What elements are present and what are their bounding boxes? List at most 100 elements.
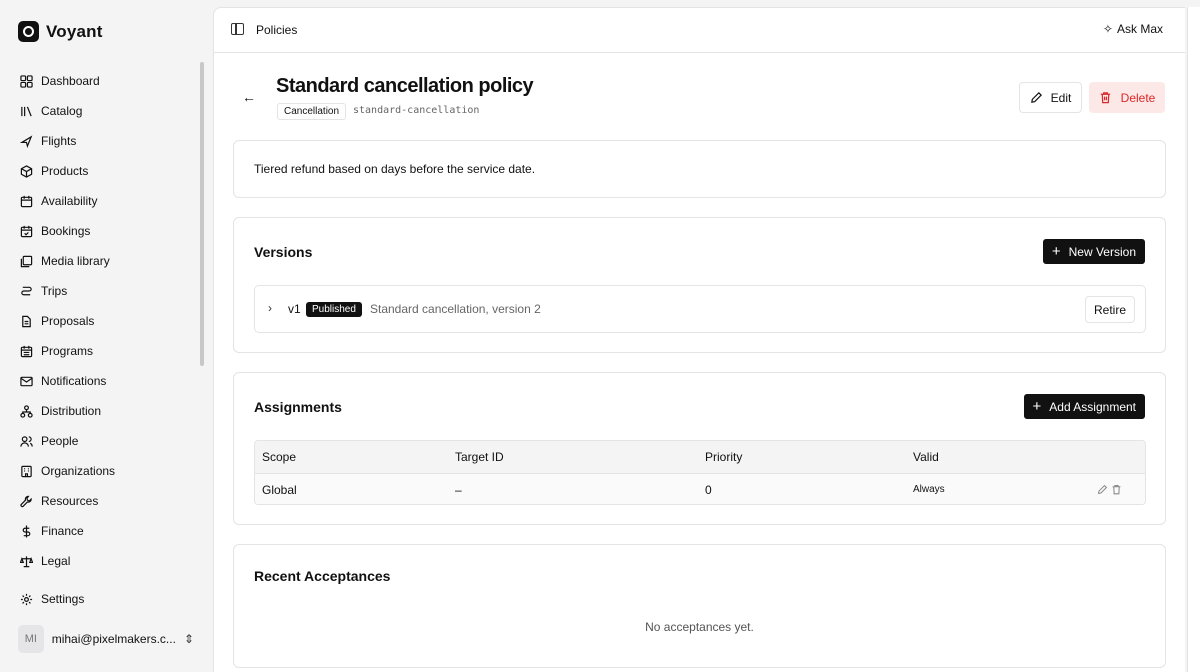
- edit-button[interactable]: Edit: [1019, 82, 1082, 113]
- plane-icon: [19, 134, 33, 148]
- delete-label: Delete: [1120, 90, 1156, 105]
- sidebar-item-resources[interactable]: Resources: [14, 486, 200, 516]
- sidebar-item-label: Resources: [41, 494, 99, 508]
- pencil-icon[interactable]: [1097, 484, 1108, 495]
- avatar: MI: [18, 625, 44, 653]
- sidebar-item-label: Flights: [41, 134, 77, 148]
- versions-title: Versions: [254, 244, 313, 260]
- voyant-logo-icon: [18, 21, 39, 42]
- policy-slug: standard-cancellation: [353, 105, 480, 116]
- edit-label: Edit: [1050, 90, 1072, 105]
- sidebar-item-label: Media library: [41, 254, 110, 268]
- acceptances-card: Recent Acceptances No acceptances yet.: [233, 544, 1166, 668]
- sidebar-item-distribution[interactable]: Distribution: [14, 396, 200, 426]
- brand-name: Voyant: [46, 21, 103, 41]
- assignments-title: Assignments: [254, 399, 342, 415]
- policy-description: Tiered refund based on days before the s…: [254, 162, 536, 176]
- user-menu[interactable]: MI mihai@pixelmakers.c... ⇕: [18, 625, 194, 653]
- sparkles-icon: ✧: [1102, 22, 1113, 36]
- package-icon: [19, 164, 33, 178]
- sidebar: Voyant Dashboard Catalog Flights Product…: [0, 0, 212, 672]
- sidebar-item-notifications[interactable]: Notifications: [14, 366, 200, 396]
- assignments-card: Assignments + Add Assignment Scope Targe…: [233, 372, 1166, 525]
- ask-max-label: Ask Max: [1116, 22, 1163, 36]
- sidebar-item-proposals[interactable]: Proposals: [14, 306, 200, 336]
- sidebar-item-bookings[interactable]: Bookings: [14, 216, 200, 246]
- trash-icon: [1100, 92, 1110, 104]
- sidebar-item-catalog[interactable]: Catalog: [14, 96, 200, 126]
- sidebar-toggle-icon[interactable]: [231, 23, 244, 35]
- sidebar-footer: Settings: [14, 584, 200, 614]
- back-arrow-icon[interactable]: ←: [242, 89, 256, 105]
- sidebar-item-trips[interactable]: Trips: [14, 276, 200, 306]
- brand[interactable]: Voyant: [18, 21, 103, 42]
- route-icon: [19, 284, 33, 298]
- chevron-right-icon[interactable]: ›: [268, 301, 272, 315]
- breadcrumb[interactable]: Policies: [256, 23, 297, 37]
- sidebar-item-flights[interactable]: Flights: [14, 126, 200, 156]
- file-icon: [19, 314, 33, 328]
- wrench-icon: [19, 494, 33, 508]
- sidebar-item-label: Finance: [41, 524, 84, 538]
- sidebar-scrollbar[interactable]: [200, 62, 204, 366]
- sidebar-item-label: Legal: [41, 554, 71, 568]
- description-card: Tiered refund based on days before the s…: [233, 140, 1166, 198]
- catalog-icon: [19, 104, 33, 118]
- sidebar-item-programs[interactable]: Programs: [14, 336, 200, 366]
- sidebar-item-dashboard[interactable]: Dashboard: [14, 66, 200, 96]
- sidebar-item-availability[interactable]: Availability: [14, 186, 200, 216]
- column-header-valid: Valid: [913, 450, 939, 464]
- chevron-up-down-icon: ⇕: [183, 632, 194, 646]
- sidebar-item-label: Products: [41, 164, 89, 178]
- dashboard-icon: [19, 74, 33, 88]
- trash-icon[interactable]: [1111, 484, 1122, 495]
- status-badge: Published: [306, 302, 362, 317]
- new-version-label: New Version: [1068, 244, 1136, 259]
- assignments-table: Scope Target ID Priority Valid Global – …: [254, 440, 1146, 505]
- policy-type-badge: Cancellation: [277, 103, 347, 120]
- mail-icon: [19, 374, 33, 388]
- sidebar-item-media-library[interactable]: Media library: [14, 246, 200, 276]
- cell-scope: Global: [262, 482, 297, 497]
- sidebar-item-label: People: [41, 434, 79, 448]
- sidebar-item-finance[interactable]: Finance: [14, 516, 200, 546]
- cell-valid: Always: [913, 484, 945, 495]
- sidebar-item-label: Distribution: [41, 404, 102, 418]
- retire-button[interactable]: Retire: [1084, 296, 1135, 323]
- versions-card: Versions + New Version › v1 Published St…: [233, 217, 1166, 353]
- sidebar-item-people[interactable]: People: [14, 426, 200, 456]
- add-assignment-button[interactable]: + Add Assignment: [1023, 394, 1145, 419]
- sidebar-item-products[interactable]: Products: [14, 156, 200, 186]
- scale-icon: [19, 554, 33, 568]
- page-title: Standard cancellation policy: [276, 75, 534, 97]
- version-number: v1: [288, 302, 301, 316]
- calendar-check-icon: [19, 224, 33, 238]
- cell-priority: 0: [705, 482, 712, 497]
- acceptances-title: Recent Acceptances: [254, 568, 391, 584]
- version-description: Standard cancellation, version 2: [370, 302, 541, 316]
- new-version-button[interactable]: + New Version: [1042, 239, 1145, 264]
- gear-icon: [19, 592, 33, 606]
- add-assignment-label: Add Assignment: [1049, 399, 1136, 414]
- column-header-target-id: Target ID: [455, 450, 504, 464]
- sidebar-item-legal[interactable]: Legal: [14, 546, 200, 576]
- building-icon: [19, 464, 33, 478]
- cell-target-id: –: [455, 482, 462, 497]
- sidebar-item-organizations[interactable]: Organizations: [14, 456, 200, 486]
- table-header: Scope Target ID Priority Valid: [255, 441, 1145, 474]
- dollar-icon: [19, 524, 33, 538]
- calendar-icon: [19, 194, 33, 208]
- sidebar-item-label: Catalog: [41, 104, 83, 118]
- column-header-scope: Scope: [262, 450, 297, 464]
- window-scrollbar[interactable]: [1187, 7, 1200, 672]
- delete-button[interactable]: Delete: [1089, 82, 1165, 113]
- sidebar-nav: Dashboard Catalog Flights Products Avail…: [14, 66, 200, 576]
- sidebar-item-label: Programs: [41, 344, 94, 358]
- image-icon: [19, 254, 33, 268]
- empty-state: No acceptances yet.: [645, 620, 754, 634]
- sidebar-item-settings[interactable]: Settings: [14, 584, 200, 614]
- network-icon: [19, 404, 33, 418]
- user-email: mihai@pixelmakers.c...: [51, 632, 176, 646]
- plus-icon: +: [1032, 398, 1042, 415]
- ask-max-button[interactable]: ✧ Ask Max: [1103, 22, 1163, 36]
